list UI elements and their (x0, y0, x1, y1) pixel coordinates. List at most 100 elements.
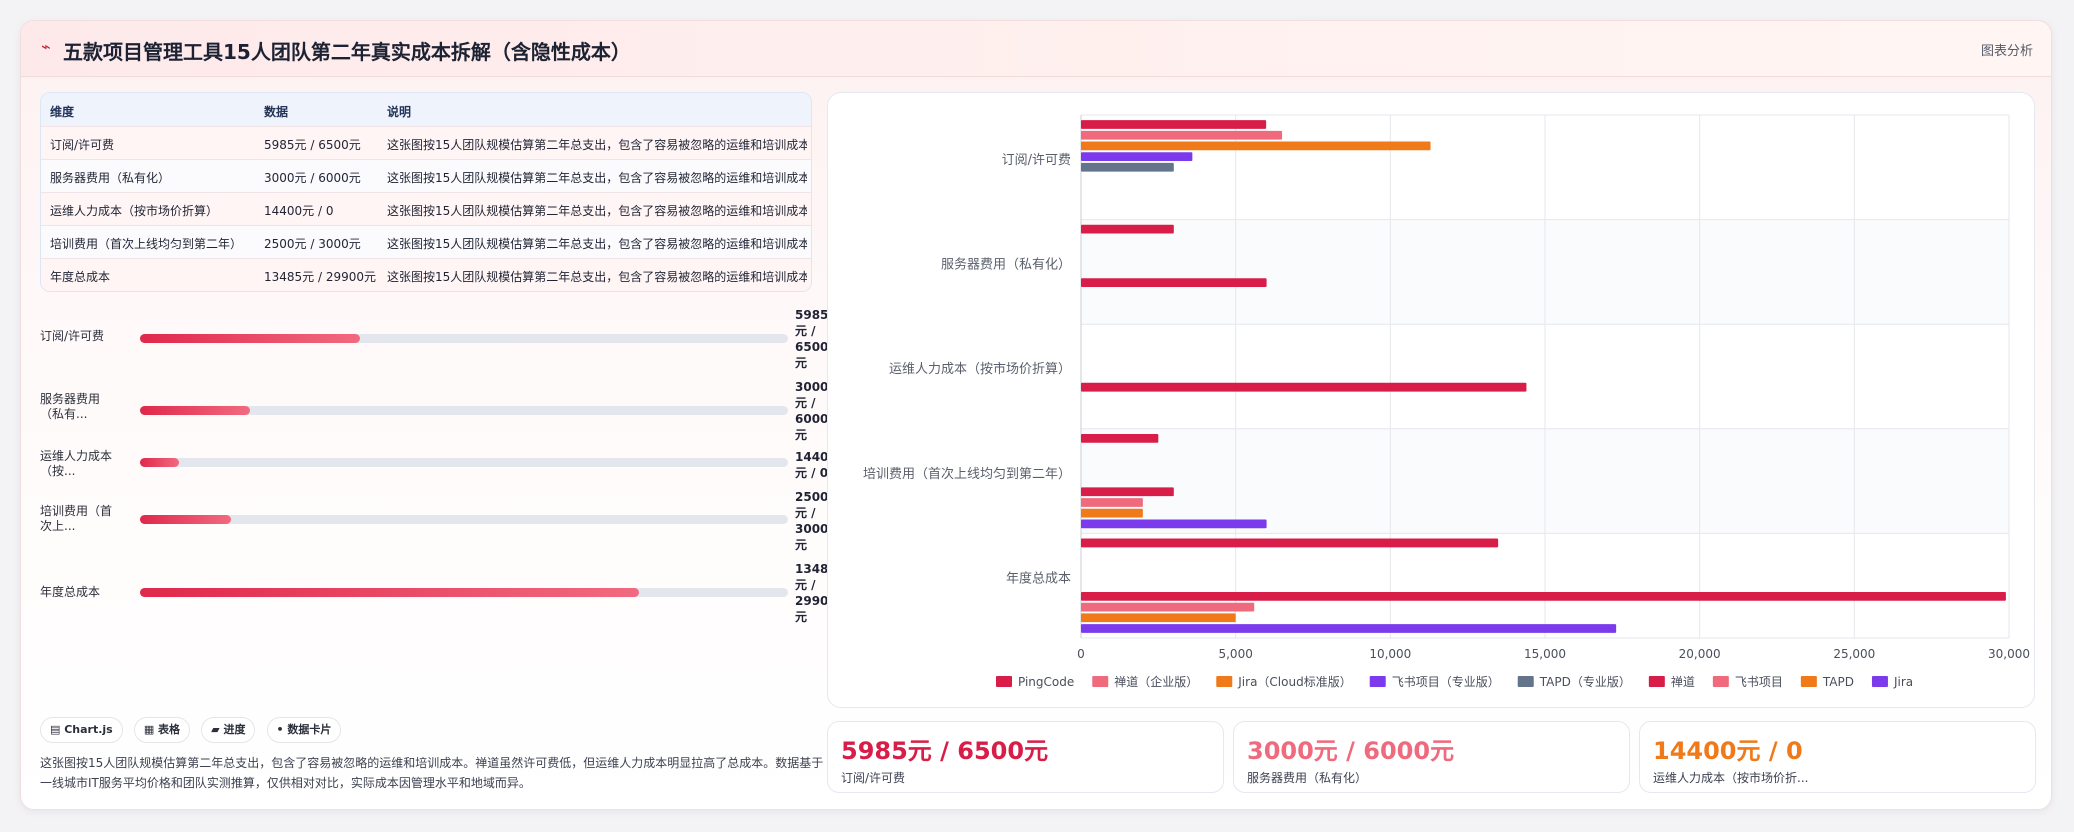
legend-label: PingCode (1018, 675, 1074, 689)
progress-label: 服务器费用（私有... (40, 392, 101, 421)
y-category-label: 服务器费用（私有化） (941, 257, 1071, 273)
kpi-caption: 运维人力成本（按市场价折... (1653, 771, 1809, 785)
progress-label: 运维人力成本（按... (40, 449, 113, 478)
page-title: 五款项目管理工具15人团队第二年真实成本拆解（含隐性成本） (63, 40, 631, 64)
legend-label: Jira（Cloud标准版） (1237, 675, 1351, 689)
progress-track (140, 515, 788, 524)
kpi-caption: 服务器费用（私有化） (1247, 771, 1368, 785)
progress-value: 2500元 / 3000元 (795, 490, 829, 552)
bar (1081, 519, 1267, 529)
x-tick-label: 15,000 (1524, 647, 1566, 661)
column-header: 数据 (264, 105, 289, 119)
progress-fill (140, 515, 231, 524)
legend-swatch (1517, 676, 1534, 687)
legend-label: 禅道（企业版） (1114, 674, 1198, 689)
table-cell: 3000元 / 6000元 (264, 171, 361, 185)
table-header-row: 维度 数据 说明 (41, 93, 811, 127)
progress-fill (140, 458, 179, 467)
chip-data-cards[interactable]: • 数据卡片 (266, 717, 342, 743)
x-tick-label: 25,000 (1833, 647, 1875, 661)
y-category-label: 订阅/许可费 (1002, 153, 1071, 168)
table-row[interactable]: 服务器费用（私有化） 3000元 / 6000元 这张图按15人团队规模估算第二… (41, 160, 811, 193)
legend-swatch (1216, 676, 1233, 687)
table-cell: 这张图按15人团队规模估算第二年总支出，包含了容易被忽略的运维和培训成本。 (387, 204, 807, 218)
progress-track (140, 334, 788, 343)
bar (1081, 162, 1174, 172)
progress-fill (140, 334, 361, 343)
bar (1081, 382, 1527, 392)
progress-label: 订阅/许可费 (40, 329, 105, 343)
kpi-value: 5985元 / 6500元 (841, 737, 1049, 765)
progress-label: 培训费用（首次上... (40, 504, 113, 533)
bar (1081, 602, 1255, 612)
x-tick-label: 10,000 (1369, 647, 1411, 661)
chart-note: 这张图按15人团队规模估算第二年总支出，包含了容易被忽略的运维和培训成本。禅道虽… (40, 756, 824, 790)
progress-fill (140, 406, 251, 415)
chart-line-icon: ⌁ (41, 37, 51, 56)
bar (1081, 508, 1143, 518)
kpi-card: 14400元 / 0 运维人力成本（按市场价折... (1639, 721, 2036, 793)
progress-track (140, 588, 788, 597)
progress-value: 13485元 / 29900元 (795, 562, 837, 624)
bar (1081, 498, 1143, 507)
table-cell: 订阅/许可费 (50, 138, 115, 152)
y-category-label: 运维人力成本（按市场价折算） (889, 361, 1071, 377)
bar (1081, 592, 2006, 601)
progress-track (140, 458, 788, 467)
x-tick-label: 5,000 (1218, 647, 1252, 661)
legend-swatch (996, 676, 1012, 687)
bar (1081, 433, 1159, 443)
bar (1081, 141, 1431, 151)
table-row[interactable]: 培训费用（首次上线均匀到第二年） 2500元 / 3000元 这张图按15人团队… (41, 226, 811, 259)
legend-label: 飞书项目 (1735, 675, 1783, 689)
table-row[interactable]: 订阅/许可费 5985元 / 6500元 这张图按15人团队规模估算第二年总支出… (41, 127, 811, 160)
table-cell: 服务器费用（私有化） (50, 171, 171, 185)
legend-swatch (1800, 676, 1817, 687)
cost-table: 维度 数据 说明 订阅/许可费 5985元 / 6500元 这张图按15人团队规… (40, 92, 812, 292)
bar (1081, 613, 1236, 623)
table-cell: 这张图按15人团队规模估算第二年总支出，包含了容易被忽略的运维和培训成本。 (387, 237, 807, 251)
progress-track (140, 406, 788, 415)
view-chips: ▤ Chart.js ▦ 表格 ▰ 进度 • 数据卡片 (40, 717, 347, 743)
chart-analysis-link[interactable]: 图表分析 (1981, 40, 2033, 59)
chip-progress[interactable]: ▰ 进度 (201, 717, 256, 743)
dashboard-panel: ⌁ 五款项目管理工具15人团队第二年真实成本拆解（含隐性成本） 图表分析 维度 … (20, 20, 2052, 810)
bar-chart: 0 5,000 10,000 15,000 20,000 25,000 30,000 订阅/许… (863, 114, 2030, 689)
x-tick-label: 30,000 (1988, 647, 2030, 661)
legend-swatch (1369, 676, 1386, 687)
table-cell: 13485元 / 29900元 (264, 270, 377, 284)
bar (1081, 152, 1193, 161)
progress-label: 年度总成本 (40, 585, 101, 599)
table-cell: 年度总成本 (50, 270, 111, 284)
progress-value: 5985元 / 6500元 (795, 308, 829, 370)
table-cell: 这张图按15人团队规模估算第二年总支出，包含了容易被忽略的运维和培训成本。 (387, 171, 807, 185)
kpi-value: 3000元 / 6000元 (1247, 737, 1455, 765)
column-header: 维度 (50, 105, 75, 119)
chart-card: 0 5,000 10,000 15,000 20,000 25,000 30,000 订阅/许… (827, 92, 2035, 708)
bar (1081, 120, 1267, 129)
bar (1081, 487, 1174, 497)
x-tick-label: 0 (1077, 647, 1085, 661)
bar (1081, 538, 1499, 548)
table-row[interactable]: 运维人力成本（按市场价折算） 14400元 / 0 这张图按15人团队规模估算第… (41, 193, 811, 226)
legend-label: 禅道 (1671, 675, 1695, 689)
progress-value: 14400元 / 0 (795, 450, 837, 480)
table-cell: 2500元 / 3000元 (264, 237, 361, 251)
table-row[interactable]: 年度总成本 13485元 / 29900元 这张图按15人团队规模估算第二年总支… (41, 259, 811, 291)
legend-swatch (1712, 676, 1729, 687)
legend-label: TAPD（专业版） (1539, 674, 1631, 689)
table-cell: 运维人力成本（按市场价折算） (50, 204, 219, 218)
table-cell: 这张图按15人团队规模估算第二年总支出，包含了容易被忽略的运维和培训成本。 (387, 270, 807, 284)
table-cell: 培训费用（首次上线均匀到第二年） (50, 237, 243, 251)
progress-value: 3000元 / 6000元 (795, 380, 829, 442)
chip-chartjs[interactable]: ▤ Chart.js (40, 717, 123, 743)
progress-fill (140, 588, 639, 597)
bar (1081, 224, 1174, 234)
chip-table[interactable]: ▦ 表格 (133, 717, 191, 743)
legend-label: TAPD (1822, 675, 1854, 689)
kpi-caption: 订阅/许可费 (841, 771, 906, 785)
table-cell: 14400元 / 0 (264, 204, 334, 218)
table-cell: 5985元 / 6500元 (264, 138, 361, 152)
kpi-value: 14400元 / 0 (1653, 737, 1803, 765)
y-category-label: 培训费用（首次上线均匀到第二年） (863, 466, 1071, 482)
